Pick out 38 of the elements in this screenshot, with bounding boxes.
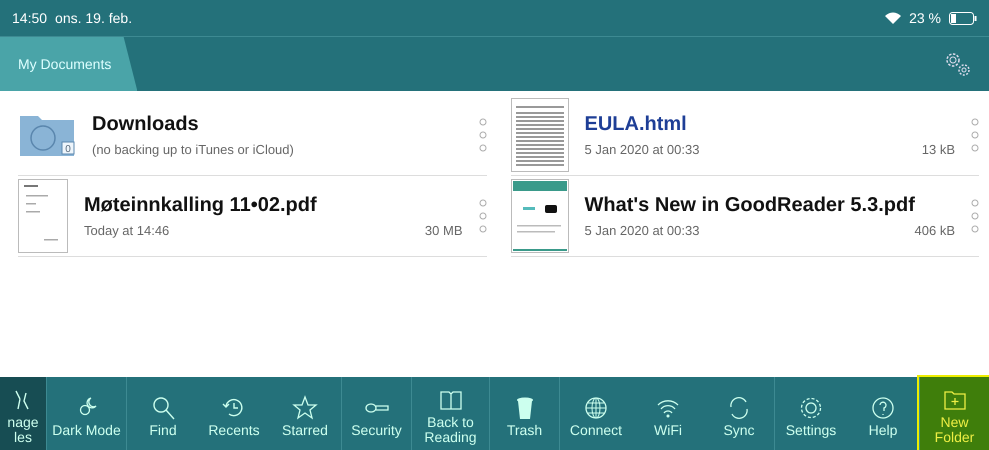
status-date: ons. 19. feb. — [55, 10, 132, 26]
more-icon[interactable] — [478, 199, 486, 233]
toolbar-button[interactable]: Starred — [269, 377, 341, 450]
toolbar-button[interactable]: Recents — [199, 377, 269, 450]
toolbar-button[interactable]: Find — [126, 377, 199, 450]
more-icon[interactable] — [971, 118, 979, 152]
file-detail: Today at 14:46 — [84, 223, 170, 238]
file-detail: 5 Jan 2020 at 00:33 — [584, 223, 700, 238]
more-icon[interactable] — [971, 199, 979, 233]
file-name[interactable]: What's New in GoodReader 5.3.pdf — [584, 194, 955, 217]
file-detail: (no backing up to iTunes or iCloud) — [92, 142, 294, 157]
toolbar-button[interactable]: Sync — [704, 377, 774, 450]
battery-percentage: 23 % — [909, 10, 941, 26]
toolbar-button[interactable]: Settings — [774, 377, 847, 450]
toolbar-button[interactable]: New Folder — [919, 377, 989, 450]
tab[interactable]: My Documents — [0, 37, 138, 91]
more-icon[interactable] — [478, 118, 486, 152]
star-icon — [292, 394, 318, 420]
file-name[interactable]: Downloads — [92, 113, 462, 136]
wifi-icon — [885, 12, 902, 24]
help-icon — [870, 394, 896, 420]
file-name[interactable]: Møteinnkalling 11•02.pdf — [84, 194, 462, 217]
status-time: 14:50 — [12, 10, 48, 26]
file-name[interactable]: EULA.html — [584, 113, 955, 136]
globe-icon — [583, 394, 609, 420]
toolbar-button[interactable]: Trash — [489, 377, 559, 450]
toolbar-button[interactable]: Security — [341, 377, 411, 450]
file-size: 30 MB — [424, 223, 462, 238]
toolbar-button[interactable]: nage les — [0, 377, 46, 450]
toolbar-button[interactable]: Back to Reading — [411, 377, 489, 450]
file-size: 13 kB — [922, 142, 955, 157]
toolbar-button[interactable]: Help — [847, 377, 919, 450]
toolbar-button[interactable]: Connect — [559, 377, 632, 450]
toolbar-button[interactable]: WiFi — [632, 377, 704, 450]
file-detail: 5 Jan 2020 at 00:33 — [584, 142, 700, 157]
file-size: 406 kB — [914, 223, 955, 238]
toolbar-button[interactable]: Dark Mode — [46, 377, 126, 450]
battery-icon — [949, 12, 977, 24]
